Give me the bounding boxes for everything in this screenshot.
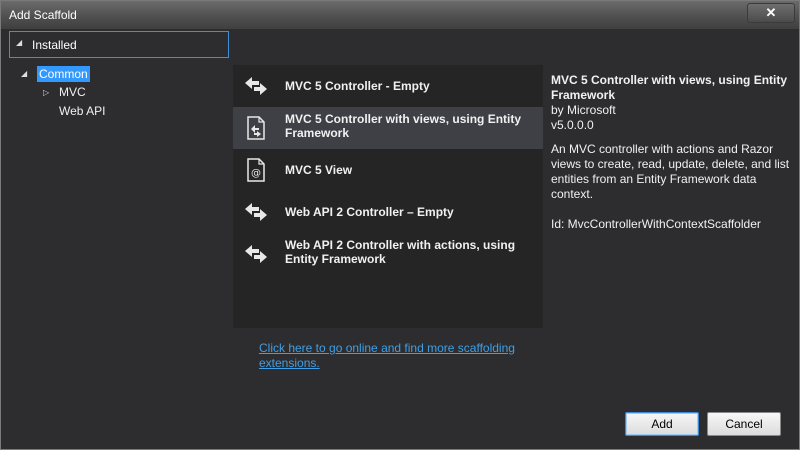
list-item[interactable]: Web API 2 Controller with actions, using… xyxy=(233,233,543,275)
details-title: MVC 5 Controller with views, using Entit… xyxy=(551,73,788,102)
dialog-body: ◢ Installed ◢ Common ▷ MVC Web API MVC 5… xyxy=(5,29,795,443)
online-extensions-link[interactable]: Click here to go online and find more sc… xyxy=(259,341,539,371)
expanded-arrow-icon: ◢ xyxy=(21,69,28,78)
list-item-label: MVC 5 View xyxy=(285,163,353,177)
list-item-label: MVC 5 Controller - Empty xyxy=(285,79,430,93)
tree-item-common-label: Common xyxy=(37,66,90,82)
list-item-label: MVC 5 Controller with views, using Entit… xyxy=(285,112,522,140)
controller-icon xyxy=(245,245,267,263)
list-item[interactable]: Web API 2 Controller – Empty xyxy=(233,191,543,233)
details-id: Id: MvcControllerWithContextScaffolder xyxy=(551,217,761,231)
svg-text:@: @ xyxy=(251,168,261,179)
tree-item-web-api[interactable]: Web API xyxy=(59,104,105,118)
controller-icon xyxy=(245,77,267,95)
collapse-triangle-icon: ◢ xyxy=(16,38,23,47)
list-item[interactable]: MVC 5 Controller - Empty xyxy=(233,65,543,107)
controller-icon xyxy=(245,203,267,221)
view-file-icon: @ xyxy=(247,158,265,182)
collapsed-arrow-icon: ▷ xyxy=(43,88,50,97)
title-bar[interactable]: Add Scaffold ✕ xyxy=(1,1,799,29)
list-item-label: Web API 2 Controller with actions, using… xyxy=(285,238,516,266)
add-scaffold-dialog: Add Scaffold ✕ ◢ Installed ◢ Common ▷ MV… xyxy=(0,0,800,450)
details-author: by Microsoft xyxy=(551,103,616,117)
window-title: Add Scaffold xyxy=(9,8,77,22)
list-item-label: Web API 2 Controller – Empty xyxy=(285,205,454,219)
installed-label: Installed xyxy=(32,38,77,52)
installed-header[interactable]: ◢ Installed xyxy=(9,31,229,58)
list-item-selected[interactable]: MVC 5 Controller with views, using Entit… xyxy=(233,107,543,149)
details-description: An MVC controller with actions and Razor… xyxy=(551,142,790,201)
tree-item-mvc-label: MVC xyxy=(59,85,86,99)
details-panel: MVC 5 Controller with views, using Entit… xyxy=(551,73,791,232)
list-item[interactable]: @ MVC 5 View xyxy=(233,149,543,191)
add-button[interactable]: Add xyxy=(625,412,699,436)
tree-item-web-api-label: Web API xyxy=(59,104,106,118)
close-button[interactable]: ✕ xyxy=(747,3,795,23)
details-version: v5.0.0.0 xyxy=(551,118,594,132)
controller-views-icon xyxy=(247,116,265,140)
scaffold-list: MVC 5 Controller - Empty MVC 5 Controlle… xyxy=(233,65,543,328)
close-icon: ✕ xyxy=(765,5,777,20)
cancel-button[interactable]: Cancel xyxy=(707,412,781,436)
